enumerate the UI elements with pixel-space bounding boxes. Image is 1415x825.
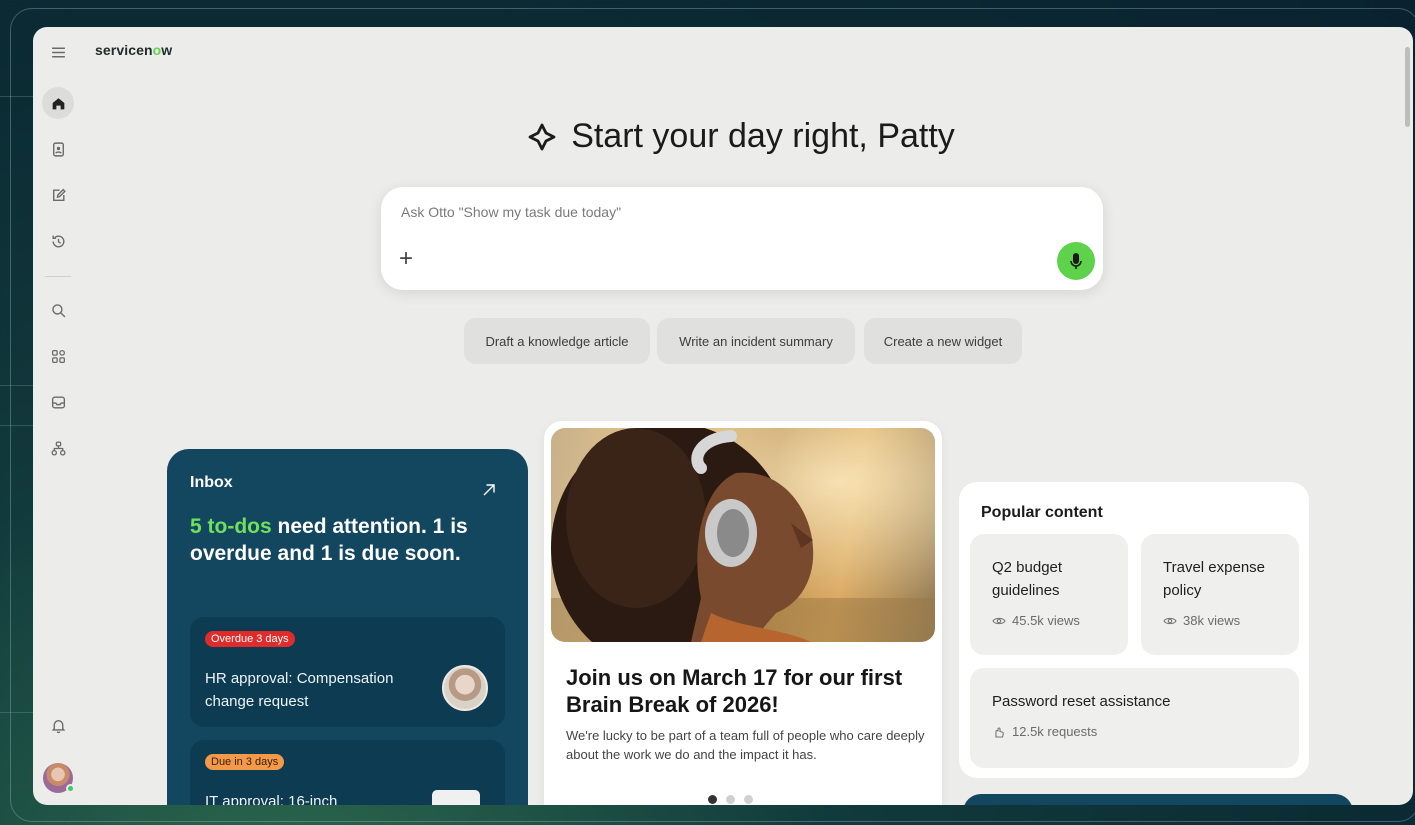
eye-icon [992, 617, 1006, 624]
online-status-indicator [66, 784, 75, 793]
home-icon[interactable] [42, 87, 74, 119]
carousel-dot-active[interactable] [708, 795, 717, 804]
eye-icon [1163, 617, 1177, 624]
popular-content-card: Popular content Q2 budget guidelines 45.… [959, 482, 1309, 778]
suggestion-chip-new-widget[interactable]: Create a new widget [864, 318, 1022, 364]
task-item-overdue[interactable]: Overdue 3 days HR approval: Compensation… [190, 617, 505, 727]
ask-otto-placeholder[interactable]: Ask Otto "Show my task due today" [401, 204, 621, 220]
popular-item-meta: 45.5k views [992, 613, 1080, 628]
open-external-arrow-icon[interactable] [480, 481, 498, 499]
inbox-title: Inbox [190, 474, 233, 491]
popular-item-meta: 38k views [1163, 613, 1240, 628]
hand-icon [995, 726, 1004, 738]
search-icon[interactable] [42, 294, 74, 326]
carousel-pagination [708, 795, 753, 804]
overdue-badge: Overdue 3 days [205, 631, 295, 647]
request-count: 12.5k requests [1012, 724, 1098, 739]
popular-item-name: Q2 budget guidelines [992, 559, 1063, 599]
edit-icon[interactable] [42, 179, 74, 211]
greeting-text: Start your day right, Patty [571, 117, 955, 155]
popular-item-meta: 12.5k requests [992, 724, 1097, 739]
sparkle-icon [528, 123, 556, 150]
carousel-dot[interactable] [726, 795, 735, 804]
popular-item-name: Password reset assistance [992, 693, 1171, 710]
todo-count-highlight: 5 to-dos [190, 515, 272, 538]
microphone-icon [1070, 253, 1082, 269]
requester-avatar [442, 665, 488, 711]
task-item-due-soon[interactable]: Due in 3 days IT approval: 16-inch [190, 740, 505, 805]
microphone-button[interactable] [1057, 242, 1095, 280]
inbox-icon[interactable] [42, 386, 74, 418]
popular-item-password-reset[interactable]: Password reset assistance 12.5k requests [970, 668, 1299, 768]
woman-with-headphones-image [551, 428, 935, 642]
view-count: 45.5k views [1012, 613, 1080, 628]
task-title: IT approval: 16-inch [205, 793, 338, 805]
next-card-peek [963, 794, 1353, 805]
popular-item-budget-guidelines[interactable]: Q2 budget guidelines 45.5k views [970, 534, 1128, 655]
suggestion-chip-incident-summary[interactable]: Write an incident summary [657, 318, 855, 364]
greeting-heading: Start your day right, Patty [33, 117, 1413, 156]
servicenow-logo[interactable]: servicenow [95, 42, 172, 58]
event-title: Join us on March 17 for our first Brain … [566, 665, 903, 717]
sidebar-divider [45, 276, 71, 277]
history-icon[interactable] [42, 225, 74, 257]
inbox-summary: 5 to-dos need attention. 1 is overdue an… [190, 513, 490, 567]
apps-grid-icon[interactable] [42, 340, 74, 372]
event-description: We're lucky to be part of a team full of… [566, 728, 925, 762]
carousel-dot[interactable] [744, 795, 753, 804]
menu-icon[interactable] [42, 36, 74, 68]
task-title: HR approval: Compensation change request [205, 670, 394, 710]
popular-item-name: Travel expense policy [1163, 559, 1265, 599]
scrollbar[interactable] [1405, 47, 1410, 127]
inbox-card: Inbox 5 to-dos need attention. 1 is over… [167, 449, 528, 805]
bell-icon[interactable] [42, 709, 74, 741]
app-window: servicenow Start your day right, Patty A… [33, 27, 1413, 805]
due-soon-badge: Due in 3 days [205, 754, 285, 770]
popular-content-title: Popular content [981, 504, 1103, 521]
event-photo [551, 428, 935, 642]
event-card[interactable]: Join us on March 17 for our first Brain … [544, 421, 942, 805]
suggestion-chip-knowledge-article[interactable]: Draft a knowledge article [464, 318, 650, 364]
popular-item-travel-expense[interactable]: Travel expense policy 38k views [1141, 534, 1299, 655]
laptop-thumbnail [432, 790, 480, 805]
workflow-icon[interactable] [42, 432, 74, 464]
ask-otto-input[interactable]: Ask Otto "Show my task due today" + [381, 187, 1103, 290]
view-count: 38k views [1183, 613, 1241, 628]
plus-icon[interactable]: + [399, 247, 413, 271]
